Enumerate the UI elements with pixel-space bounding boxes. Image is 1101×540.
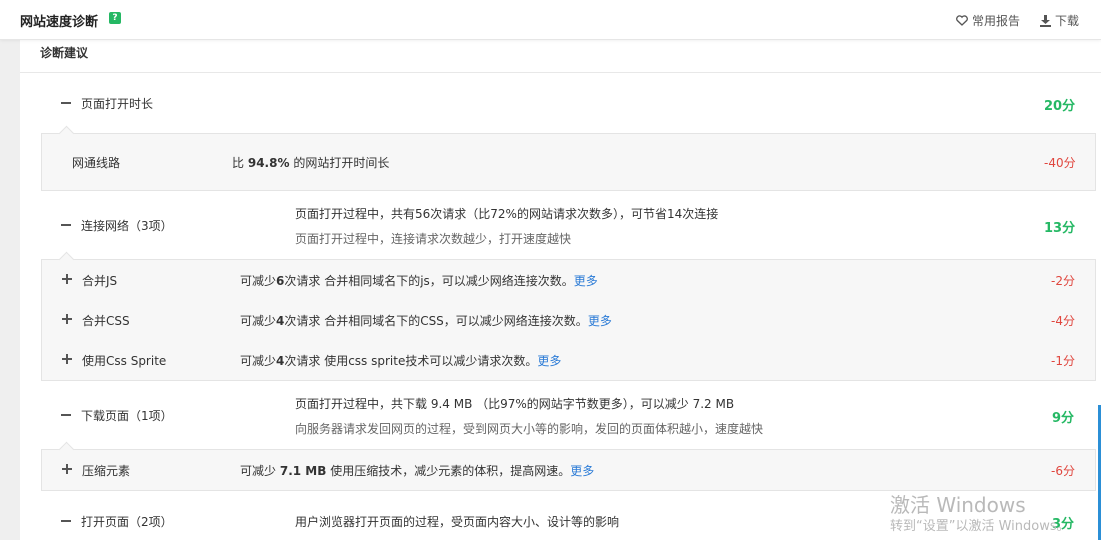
section-connect-subdesc: 页面打开过程中，连接请求次数越少，打开速度越快 xyxy=(295,232,572,246)
section-page-open-score: 20分 xyxy=(1044,99,1076,114)
item-merge-css-score: -4分 xyxy=(1051,314,1075,328)
section-download-desc: 页面打开过程中，共下载 9.4 MB （比97%的网站字节数更多），可以减少 7… xyxy=(295,397,735,411)
download-button[interactable]: 下载 xyxy=(1040,12,1079,29)
page-open-detail-box xyxy=(41,133,1096,191)
section-connect-label[interactable]: 连接网络（3项） xyxy=(81,217,173,234)
panel-title: 诊断建议 xyxy=(40,46,89,60)
item-merge-css-label[interactable]: 合并CSS xyxy=(82,312,130,329)
expand-icon[interactable] xyxy=(62,354,72,364)
more-link[interactable]: 更多 xyxy=(588,314,612,328)
item-sprite-score: -1分 xyxy=(1051,354,1075,368)
heart-icon xyxy=(956,15,968,26)
help-icon[interactable]: ? xyxy=(109,12,121,24)
page-title: 网站速度诊断 xyxy=(20,15,99,30)
item-line-label: 网通线路 xyxy=(72,156,121,170)
item-merge-js-desc: 可减少6次请求 合并相同域名下的js，可以减少网络连接次数。更多 xyxy=(240,274,598,288)
expand-icon[interactable] xyxy=(62,314,72,324)
item-compress-desc: 可减少 7.1 MB 使用压缩技术，减少元素的体积，提高网速。更多 xyxy=(240,464,595,478)
section-connect-score: 13分 xyxy=(1044,221,1076,236)
more-link[interactable]: 更多 xyxy=(570,464,594,478)
item-merge-css-desc: 可减少4次请求 合并相同域名下的CSS，可以减少网络连接次数。更多 xyxy=(240,314,612,328)
left-gutter xyxy=(0,40,20,540)
download-icon xyxy=(1040,14,1051,27)
expand-icon[interactable] xyxy=(62,464,72,474)
top-bar: 网站速度诊断 ? 常用报告 下载 xyxy=(0,0,1101,40)
more-link[interactable]: 更多 xyxy=(574,274,598,288)
collapse-icon[interactable] xyxy=(61,224,71,226)
collapse-icon[interactable] xyxy=(61,520,71,522)
item-sprite-desc: 可减少4次请求 使用css sprite技术可以减少请求次数。更多 xyxy=(240,354,562,368)
section-open-desc: 用户浏览器打开页面的过程，受页面内容大小、设计等的影响 xyxy=(295,515,620,529)
item-merge-js-label[interactable]: 合并JS xyxy=(82,272,117,289)
section-download-label[interactable]: 下载页面（1项） xyxy=(81,407,173,424)
item-sprite-label[interactable]: 使用Css Sprite xyxy=(82,352,166,369)
item-merge-js-score: -2分 xyxy=(1051,274,1075,288)
windows-activation-title: 激活 Windows xyxy=(890,493,1026,517)
collapse-icon[interactable] xyxy=(61,414,71,416)
collapse-icon[interactable] xyxy=(61,102,71,104)
section-page-open-label[interactable]: 页面打开时长 xyxy=(81,95,153,112)
windows-activation-hint: 转到“设置”以激活 Windows。 xyxy=(890,519,1070,534)
item-line-desc: 比 94.8% 的网站打开时间长 xyxy=(232,156,390,170)
expand-icon[interactable] xyxy=(62,274,72,284)
more-link[interactable]: 更多 xyxy=(537,354,561,368)
section-download-subdesc: 向服务器请求发回网页的过程，受到网页大小等的影响，发回的页面体积越小，速度越快 xyxy=(295,422,764,436)
item-compress-score: -6分 xyxy=(1051,464,1075,478)
favorite-report-button[interactable]: 常用报告 xyxy=(956,12,1020,29)
section-download-score: 9分 xyxy=(1052,411,1075,426)
panel-header: 诊断建议 xyxy=(20,40,1101,73)
item-compress-label[interactable]: 压缩元素 xyxy=(82,462,130,479)
favorite-report-label: 常用报告 xyxy=(972,14,1021,28)
download-label: 下载 xyxy=(1055,14,1080,28)
section-open-label[interactable]: 打开页面（2项） xyxy=(81,513,173,530)
section-connect-desc: 页面打开过程中，共有56次请求（比72%的网站请求次数多），可节省14次连接 xyxy=(295,207,719,221)
item-line-score: -40分 xyxy=(1044,156,1076,170)
